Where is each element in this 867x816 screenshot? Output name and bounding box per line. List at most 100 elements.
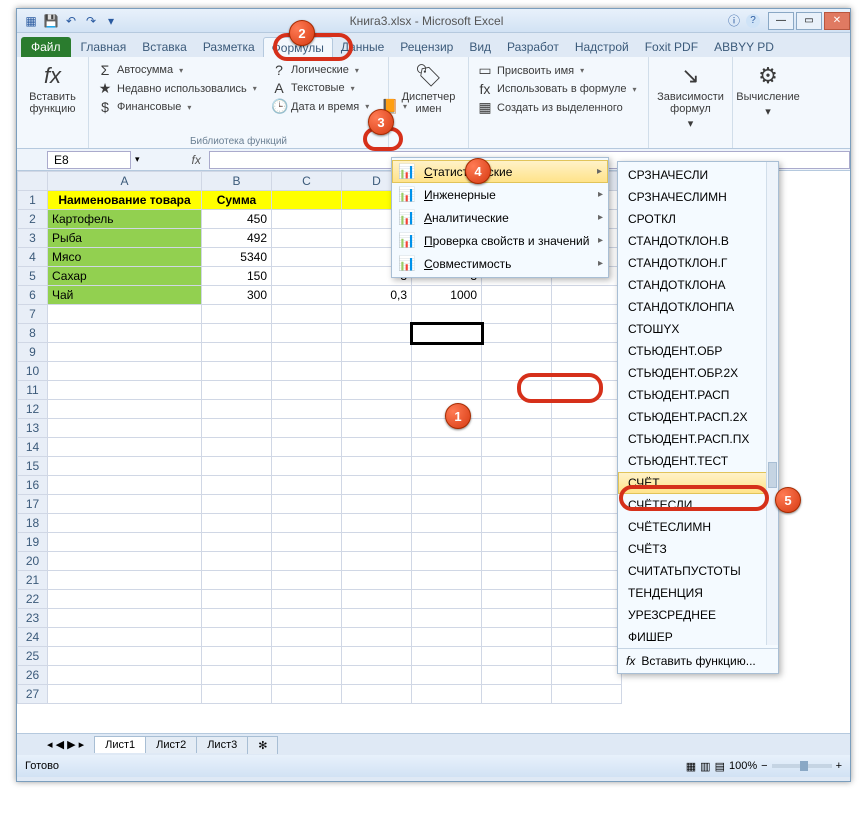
- cell[interactable]: [552, 533, 622, 552]
- tab-dev[interactable]: Разработ: [499, 37, 567, 57]
- cell[interactable]: [48, 305, 202, 324]
- formula-dependencies-button[interactable]: ↘ Зависимости формул▾: [655, 61, 726, 132]
- function-item[interactable]: СТАНДОТКЛОН.Г: [618, 252, 778, 274]
- cell[interactable]: [48, 476, 202, 495]
- row-header[interactable]: 9: [18, 343, 48, 362]
- cell[interactable]: [552, 685, 622, 704]
- cell[interactable]: [552, 362, 622, 381]
- cell[interactable]: [272, 191, 342, 210]
- row-header[interactable]: 17: [18, 495, 48, 514]
- cell[interactable]: [202, 666, 272, 685]
- text-button[interactable]: AТекстовые▾: [269, 79, 371, 97]
- tab-insert[interactable]: Вставка: [134, 37, 195, 57]
- tab-home[interactable]: Главная: [73, 37, 135, 57]
- cell[interactable]: Рыба: [48, 229, 202, 248]
- tab-addin[interactable]: Надстрой: [567, 37, 637, 57]
- cell[interactable]: 450: [202, 210, 272, 229]
- function-item[interactable]: СЧИТАТЬПУСТОТЫ: [618, 560, 778, 582]
- cell[interactable]: [48, 438, 202, 457]
- row-header[interactable]: 15: [18, 457, 48, 476]
- cell[interactable]: [552, 666, 622, 685]
- cell[interactable]: [482, 324, 552, 343]
- cell[interactable]: [272, 305, 342, 324]
- cell[interactable]: [552, 324, 622, 343]
- cell[interactable]: [342, 419, 412, 438]
- zoom-in-button[interactable]: +: [836, 760, 842, 772]
- cell[interactable]: [202, 362, 272, 381]
- col-header[interactable]: A: [48, 172, 202, 191]
- cell[interactable]: Картофель: [48, 210, 202, 229]
- cell[interactable]: [202, 495, 272, 514]
- cell[interactable]: [412, 628, 482, 647]
- name-manager-button[interactable]: 🏷 Диспетчер имен: [395, 61, 462, 117]
- function-item[interactable]: СТОШYX: [618, 318, 778, 340]
- function-item[interactable]: СРЗНАЧЕСЛИ: [618, 164, 778, 186]
- cell[interactable]: [482, 438, 552, 457]
- cell[interactable]: [552, 286, 622, 305]
- cell[interactable]: [482, 286, 552, 305]
- zoom-out-button[interactable]: −: [761, 760, 767, 772]
- redo-icon[interactable]: ↷: [83, 13, 99, 29]
- row-header[interactable]: 21: [18, 571, 48, 590]
- qat-more-icon[interactable]: ▾: [103, 13, 119, 29]
- function-item[interactable]: СТАНДОТКЛОН.В: [618, 230, 778, 252]
- cell[interactable]: [342, 571, 412, 590]
- cell[interactable]: [482, 495, 552, 514]
- view-layout-icon[interactable]: ▥: [700, 760, 710, 773]
- cell[interactable]: Наименование товара: [48, 191, 202, 210]
- cell[interactable]: [272, 457, 342, 476]
- cell[interactable]: [482, 590, 552, 609]
- cell[interactable]: [482, 457, 552, 476]
- cell[interactable]: [272, 229, 342, 248]
- cell[interactable]: [202, 381, 272, 400]
- cell[interactable]: [202, 343, 272, 362]
- cell[interactable]: [272, 381, 342, 400]
- cell[interactable]: [202, 685, 272, 704]
- cell[interactable]: [202, 571, 272, 590]
- cell[interactable]: [342, 381, 412, 400]
- cell[interactable]: [412, 343, 482, 362]
- view-break-icon[interactable]: ▤: [715, 760, 725, 773]
- function-item[interactable]: СРОТКЛ: [618, 208, 778, 230]
- cell[interactable]: [48, 343, 202, 362]
- cell[interactable]: [202, 590, 272, 609]
- cell[interactable]: 150: [202, 267, 272, 286]
- cell[interactable]: [342, 628, 412, 647]
- cell[interactable]: [272, 400, 342, 419]
- function-item[interactable]: СТЬЮДЕНТ.ТЕСТ: [618, 450, 778, 472]
- cell[interactable]: [552, 628, 622, 647]
- function-item[interactable]: СРЗНАЧЕСЛИМН: [618, 186, 778, 208]
- tab-data[interactable]: Данные: [333, 37, 392, 57]
- cell[interactable]: [48, 362, 202, 381]
- cell[interactable]: [202, 305, 272, 324]
- cell[interactable]: [342, 362, 412, 381]
- cell[interactable]: [552, 571, 622, 590]
- cell[interactable]: [552, 609, 622, 628]
- cell[interactable]: [342, 533, 412, 552]
- cell[interactable]: [48, 495, 202, 514]
- define-name-button[interactable]: ▭Присвоить имя▾: [475, 61, 642, 80]
- cell[interactable]: [482, 552, 552, 571]
- cell[interactable]: [202, 476, 272, 495]
- cell[interactable]: [412, 552, 482, 571]
- cell[interactable]: [552, 457, 622, 476]
- cell[interactable]: [48, 666, 202, 685]
- cell[interactable]: [272, 628, 342, 647]
- cell[interactable]: [48, 552, 202, 571]
- cell[interactable]: Сумма: [202, 191, 272, 210]
- cell[interactable]: [202, 400, 272, 419]
- cell[interactable]: [482, 514, 552, 533]
- menu-item[interactable]: 📊Проверка свойств и значений▸: [392, 229, 608, 252]
- cell[interactable]: [552, 552, 622, 571]
- cell[interactable]: [342, 685, 412, 704]
- new-sheet-button[interactable]: ✻: [247, 736, 278, 754]
- row-header[interactable]: 24: [18, 628, 48, 647]
- help-icon[interactable]: ?: [746, 14, 760, 28]
- cell[interactable]: [482, 628, 552, 647]
- cell[interactable]: [412, 438, 482, 457]
- row-header[interactable]: 6: [18, 286, 48, 305]
- cell[interactable]: Мясо: [48, 248, 202, 267]
- cell[interactable]: [482, 419, 552, 438]
- cell[interactable]: [412, 666, 482, 685]
- function-item[interactable]: ТЕНДЕНЦИЯ: [618, 582, 778, 604]
